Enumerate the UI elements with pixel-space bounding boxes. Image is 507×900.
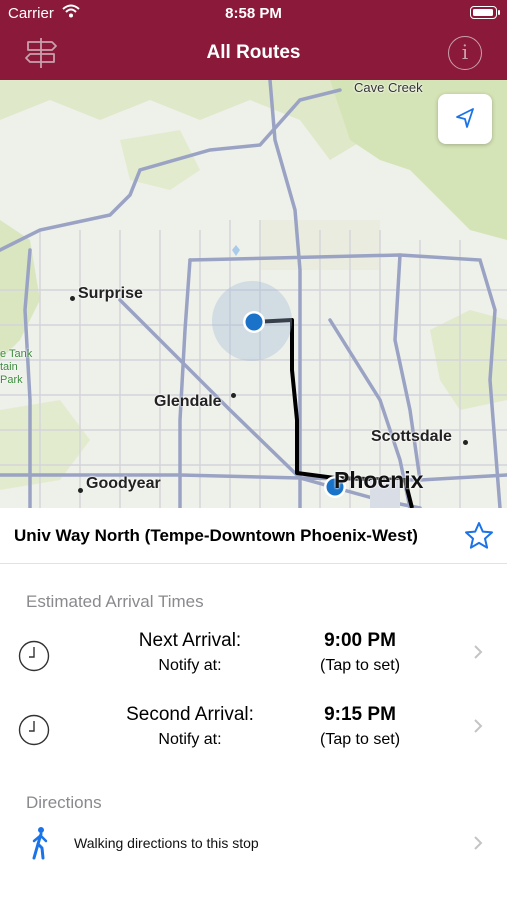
route-map[interactable]: Cave Creek Surprise e Tank tain Park Gle… xyxy=(0,80,507,508)
place-park: Park xyxy=(0,374,23,386)
arrival-label: Next Arrival: xyxy=(138,630,242,651)
notify-label: Notify at: xyxy=(158,731,222,748)
place-glendale: Glendale xyxy=(154,393,222,410)
arrival-row-second[interactable]: Second Arrival: Notify at: 9:15 PM (Tap … xyxy=(0,700,507,770)
place-dot xyxy=(70,296,75,301)
location-arrow-icon xyxy=(456,108,474,128)
arrival-time: 9:00 PM xyxy=(324,630,396,651)
status-time: 8:58 PM xyxy=(225,5,282,22)
arrival-label: Second Arrival: xyxy=(126,704,254,725)
walking-directions-row[interactable]: Walking directions to this stop xyxy=(0,820,507,866)
directions-section-title: Directions xyxy=(26,793,102,812)
notify-label: Notify at: xyxy=(158,657,222,674)
page-title: All Routes xyxy=(206,42,301,63)
route-header: Univ Way North (Tempe-Downtown Phoenix-W… xyxy=(0,508,507,564)
star-outline-icon[interactable] xyxy=(463,520,495,552)
locate-button[interactable] xyxy=(438,94,492,144)
walking-directions-label: Walking directions to this stop xyxy=(74,835,259,851)
clock-icon xyxy=(18,640,50,672)
notify-value[interactable]: (Tap to set) xyxy=(280,657,440,675)
place-cave-creek: Cave Creek xyxy=(354,80,423,95)
place-dot xyxy=(78,488,83,493)
notify-value[interactable]: (Tap to set) xyxy=(280,731,440,749)
place-goodyear: Goodyear xyxy=(86,475,161,492)
chevron-right-icon xyxy=(474,719,483,733)
status-bar: Carrier 8:58 PM xyxy=(0,0,507,26)
arrival-time: 9:15 PM xyxy=(324,704,396,725)
clock-icon xyxy=(18,714,50,746)
walking-person-icon xyxy=(32,827,48,860)
place-dot xyxy=(463,440,468,445)
chevron-right-icon xyxy=(474,645,483,659)
arrival-row-next[interactable]: Next Arrival: Notify at: 9:00 PM (Tap to… xyxy=(0,626,507,696)
info-icon[interactable]: i xyxy=(448,36,482,70)
nav-bar: All Routes i xyxy=(0,26,507,80)
place-dot xyxy=(231,393,236,398)
chevron-right-icon xyxy=(474,836,483,850)
place-phoenix: Phoenix xyxy=(334,467,424,493)
place-tank: e Tank xyxy=(0,348,33,360)
route-name: Univ Way North (Tempe-Downtown Phoenix-W… xyxy=(14,526,418,545)
arrivals-section-title: Estimated Arrival Times xyxy=(26,592,204,611)
place-tain: tain xyxy=(0,361,18,373)
place-surprise: Surprise xyxy=(78,285,143,302)
place-scottsdale: Scottsdale xyxy=(371,428,452,445)
battery-icon xyxy=(470,6,500,19)
